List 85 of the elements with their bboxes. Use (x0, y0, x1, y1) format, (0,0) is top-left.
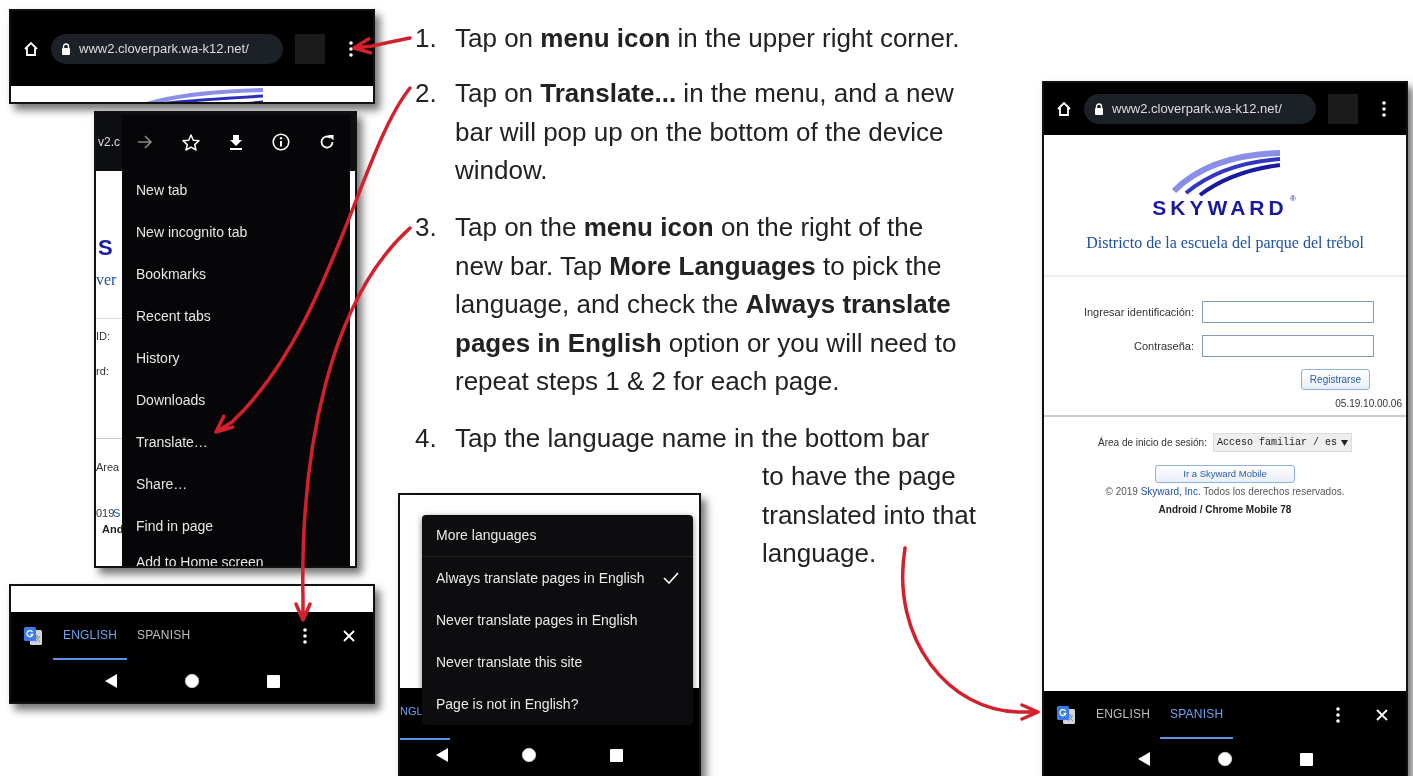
menu-icon[interactable] (1382, 101, 1386, 117)
step-number: 1. (415, 22, 438, 55)
url-text: www2.cloverpark.wa-k12.net/ (79, 39, 249, 58)
menu-item[interactable]: Never translate this site (422, 641, 693, 683)
back-icon[interactable] (104, 674, 117, 688)
field-label: Contraseña: (1133, 338, 1194, 354)
skyward-link[interactable]: Skyward, Inc. (1140, 486, 1201, 498)
menu-item[interactable]: New tab (122, 169, 350, 211)
menu-item[interactable]: Page is not in English? (422, 683, 693, 725)
language-tab[interactable]: NGL (400, 703, 423, 720)
menu-item[interactable]: Always translate pages in English (422, 557, 693, 599)
field-label: Área de inicio de sesión: (1098, 435, 1207, 450)
menu-item[interactable]: New incognito tab (122, 211, 350, 253)
language-tab[interactable]: SPANISH (127, 612, 201, 660)
star-icon[interactable] (181, 133, 200, 151)
menu-item[interactable]: Find in page (122, 505, 350, 547)
step-text: Tap on menu icon in the upper right corner. (455, 22, 961, 55)
field-label: Ingresar identificación: (1082, 304, 1194, 320)
step-text: Tap the language name in the bottom bar (455, 422, 931, 455)
lock-icon (1094, 103, 1104, 115)
language-tab[interactable]: ENGLISH (53, 612, 128, 660)
step-text: Tap on Translate... in the menu, and a new bar will pop up on the bottom of the device window. (455, 77, 955, 187)
translate-icon (1056, 705, 1076, 725)
language-tab[interactable]: SPANISH (1160, 691, 1234, 739)
home-icon[interactable] (23, 40, 39, 57)
menu-icon[interactable] (303, 628, 307, 644)
page-text: rd: (96, 364, 109, 379)
menu-item[interactable]: More languages (422, 515, 693, 557)
menu-item[interactable]: History (122, 337, 350, 379)
square-icon[interactable] (609, 748, 623, 762)
tab-switcher-button[interactable] (295, 33, 325, 64)
platform-text: Android / Chrome Mobile 78 (1158, 503, 1292, 518)
circle-icon[interactable] (183, 673, 200, 689)
menu-item[interactable]: Bookmarks (122, 253, 350, 295)
url-text: www2.cloverpark.wa-k12.net/ (1112, 100, 1282, 119)
back-icon[interactable] (1137, 752, 1150, 766)
menu-item[interactable]: Share… (122, 463, 350, 505)
skyward-logo: SKYWARD® (1140, 149, 1310, 219)
back-icon[interactable] (436, 748, 449, 762)
page-title: Districto de la escuela del parque del trébol (1085, 233, 1365, 253)
info-icon[interactable] (272, 133, 291, 151)
refresh-icon[interactable] (319, 134, 336, 150)
square-icon[interactable] (1299, 752, 1313, 766)
circle-icon[interactable] (1216, 751, 1233, 767)
page-text: ID: (96, 329, 111, 344)
close-icon[interactable] (1376, 709, 1388, 721)
download-icon[interactable] (228, 134, 243, 150)
square-icon[interactable] (266, 674, 280, 688)
translate-icon (23, 626, 43, 646)
step-text: Tap on the menu icon on the right of the new bar. Tap More Languages to pick the language, and check the Always translate pages in English option or you will need to repeat steps 1 & 2 for each page. (455, 211, 958, 398)
step-number: 2. (415, 77, 438, 110)
login-area-dropdown[interactable]: Acceso familiar / es (1212, 433, 1352, 452)
home-icon[interactable] (1056, 101, 1072, 117)
step-text: to have the page translated into that language. (762, 460, 977, 570)
address-field[interactable]: www2.cloverpark.wa-k12.net/ (1084, 94, 1316, 124)
copyright-text: © 2019 Skyward, Inc. Todos los derechos reservados. (1105, 485, 1345, 500)
page-text: Area (96, 460, 120, 475)
close-icon[interactable] (343, 630, 355, 642)
circle-icon[interactable] (521, 747, 537, 763)
input-field[interactable] (1202, 335, 1374, 357)
menu-icon[interactable] (1336, 707, 1340, 723)
forward-arrow-icon[interactable] (136, 135, 153, 149)
version-text: 05.19.10.00.06 (1335, 397, 1402, 411)
menu-item[interactable]: Recent tabs (122, 295, 350, 337)
url-text: v2.c (98, 134, 120, 151)
menu-item[interactable]: Downloads (122, 379, 350, 421)
dropdown-arrow-icon (1341, 439, 1348, 446)
menu-item[interactable]: Never translate pages in English (422, 599, 693, 641)
logo-letter: S (98, 234, 113, 262)
step-number: 3. (415, 211, 438, 244)
lock-icon (61, 42, 71, 55)
menu-item[interactable]: Add to Home screen (122, 547, 350, 566)
step-number: 4. (415, 422, 438, 455)
address-field[interactable]: www2.cloverpark.wa-k12.net/ (51, 33, 283, 64)
mobile-site-button[interactable]: Ir a Skyward Mobile (1155, 465, 1295, 484)
menu-item[interactable]: Translate… (122, 421, 350, 463)
menu-icon[interactable] (349, 40, 353, 57)
sign-in-button[interactable]: Registrarse (1300, 369, 1370, 390)
input-field[interactable] (1202, 301, 1374, 323)
page-text: 019 (96, 506, 115, 521)
page-text: ver (96, 270, 117, 290)
arrow (352, 36, 412, 55)
page-text: S (113, 506, 121, 521)
tab-switcher-button[interactable] (1328, 94, 1358, 124)
language-tab[interactable]: ENGLISH (1086, 691, 1161, 739)
